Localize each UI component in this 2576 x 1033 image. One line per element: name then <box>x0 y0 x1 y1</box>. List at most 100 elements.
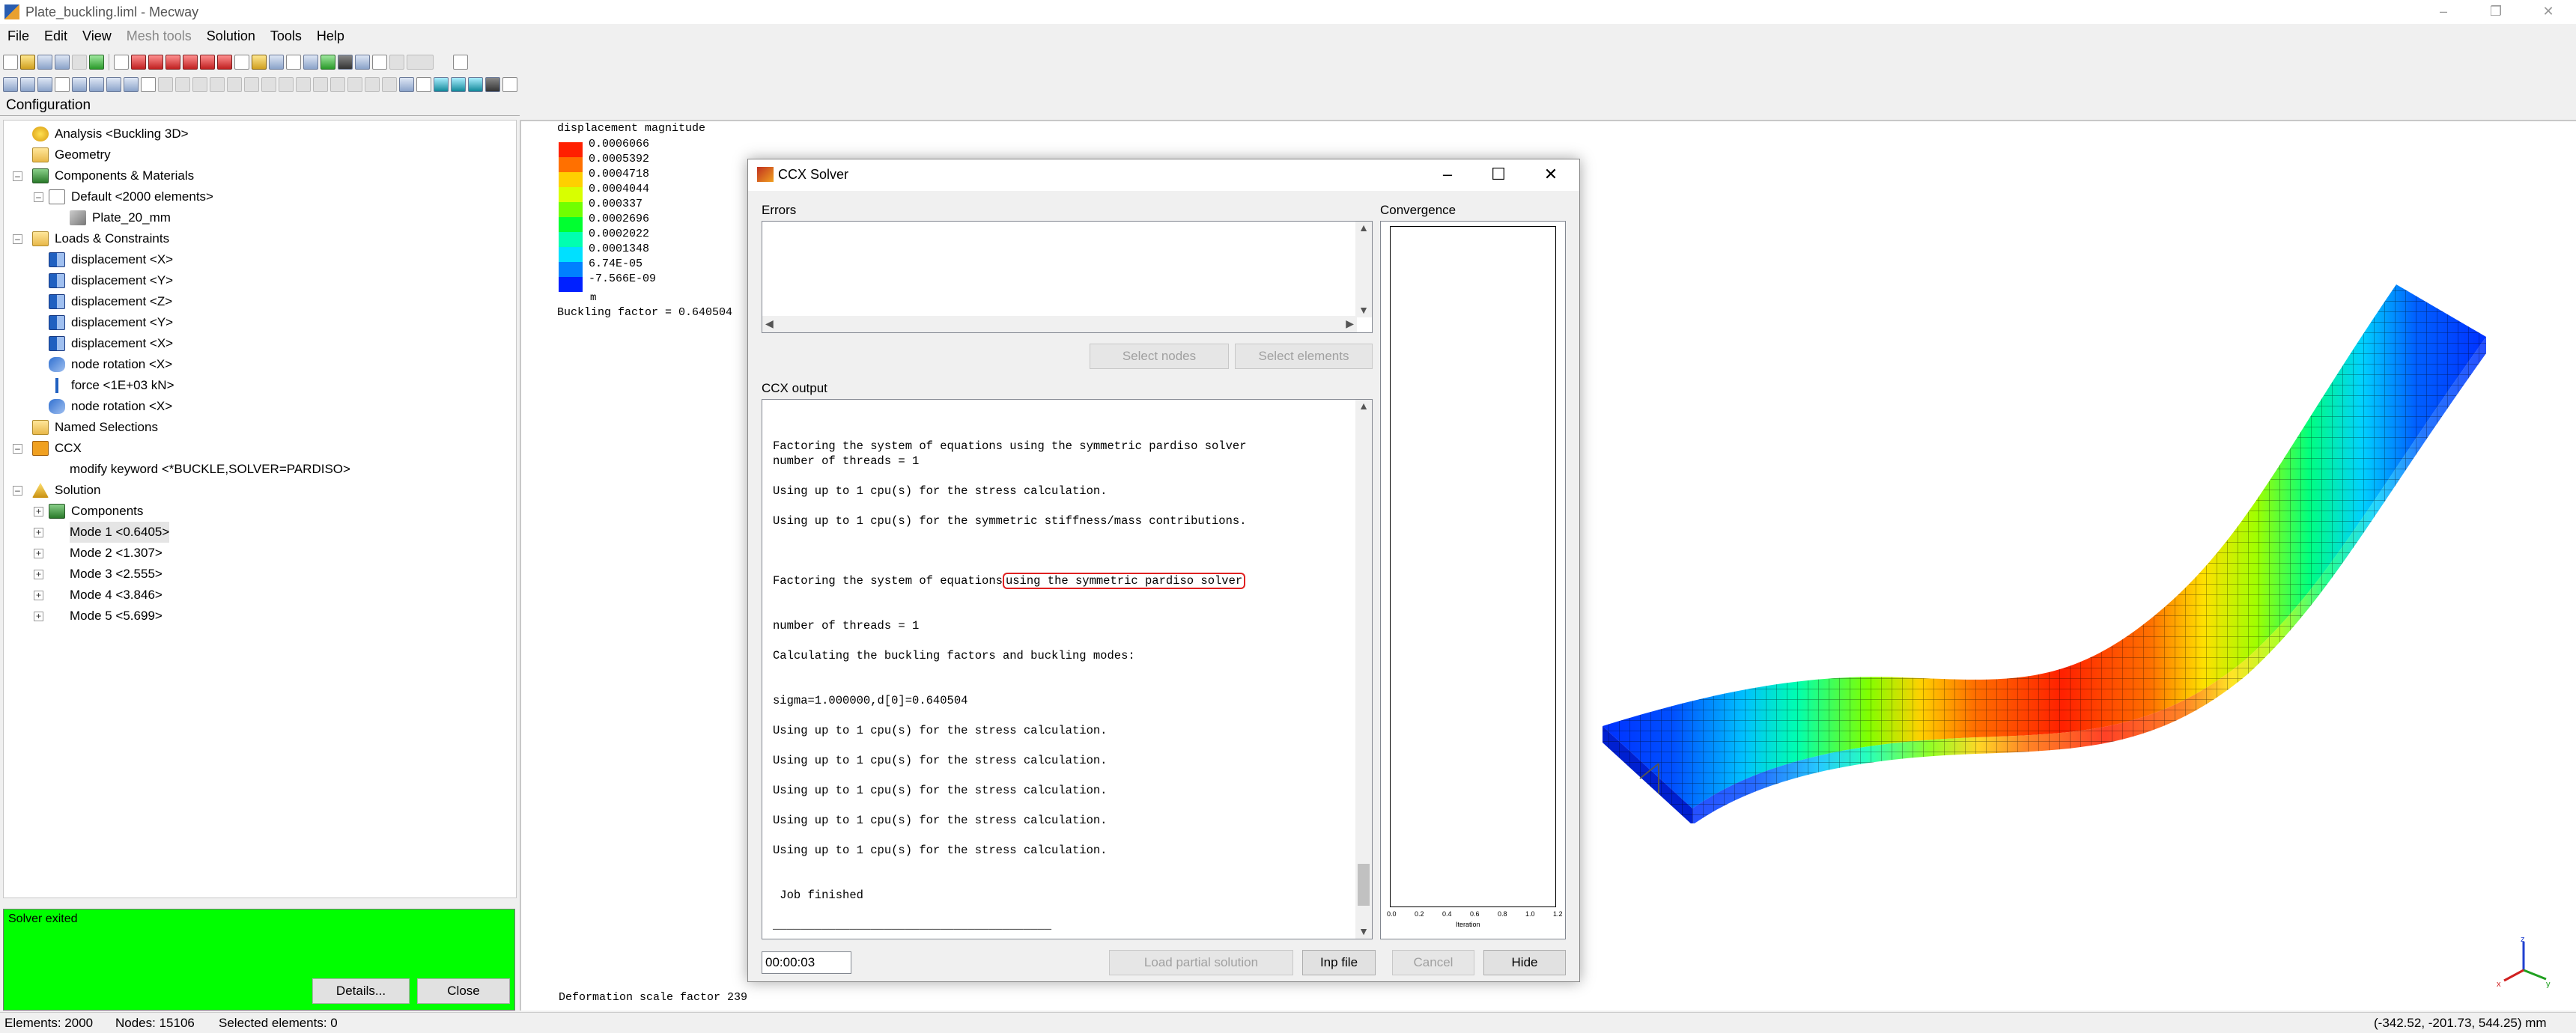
tree-item-named-selections[interactable]: Named Selections <box>32 417 158 438</box>
zoom-fit-icon[interactable] <box>234 55 249 70</box>
new-icon[interactable] <box>3 55 18 70</box>
load-partial-solution-button[interactable]: Load partial solution <box>1109 950 1293 975</box>
errors-vscroll[interactable]: ▲ ▼ <box>1355 222 1372 317</box>
legend-icon[interactable] <box>485 77 500 92</box>
menu-mesh-tools[interactable]: Mesh tools <box>119 25 199 47</box>
maximize-icon[interactable]: ☐ <box>1473 159 1524 191</box>
tree-item-mode-4[interactable]: Mode 4 <3.846> <box>70 585 162 606</box>
redo-icon[interactable] <box>72 55 87 70</box>
animate-icon[interactable] <box>468 77 483 92</box>
tree-item-solution-components[interactable]: Components <box>49 501 143 522</box>
select-elements-button[interactable]: Select elements <box>1235 344 1373 369</box>
tree-item-constraint[interactable]: displacement <Y> <box>49 312 173 333</box>
configuration-tab[interactable]: Configuration <box>6 97 91 114</box>
measure-icon[interactable] <box>382 77 397 92</box>
scroll-thumb[interactable] <box>1358 864 1370 906</box>
scroll-down-icon[interactable]: ▼ <box>1355 304 1372 316</box>
tree-item-constraint[interactable]: displacement <Y> <box>49 270 173 291</box>
output-vscroll[interactable]: ▲ ▼ <box>1355 400 1372 939</box>
inp-file-button[interactable]: Inp file <box>1302 950 1376 975</box>
view-top-icon[interactable] <box>200 55 215 70</box>
close-button[interactable]: Close <box>417 978 510 1004</box>
solve-icon[interactable] <box>89 55 104 70</box>
slider-icon[interactable] <box>407 55 434 70</box>
minimize-icon[interactable]: – <box>2426 0 2461 24</box>
expand-icon[interactable]: + <box>34 591 43 600</box>
collapse-icon[interactable]: – <box>13 486 22 496</box>
open-icon[interactable] <box>20 55 35 70</box>
tree-item-constraint[interactable]: displacement <Z> <box>49 291 172 312</box>
table-icon[interactable] <box>502 77 517 92</box>
wireframe-icon[interactable] <box>338 55 353 70</box>
select-box-icon[interactable] <box>72 77 87 92</box>
tree-item-constraint[interactable]: node rotation <X> <box>49 354 172 375</box>
arrow-left-icon[interactable] <box>389 55 404 70</box>
scroll-up-icon[interactable]: ▲ <box>1355 400 1372 412</box>
tree-item-mode-2[interactable]: Mode 2 <1.307> <box>70 543 162 564</box>
view-bottom-icon[interactable] <box>217 55 232 70</box>
shaded-icon[interactable] <box>321 55 335 70</box>
expand-icon[interactable]: + <box>34 612 43 621</box>
tree-item-mode-3[interactable]: Mode 3 <2.555> <box>70 564 162 585</box>
expand-icon[interactable]: + <box>34 528 43 537</box>
select-surface-icon[interactable] <box>124 77 139 92</box>
scroll-up-icon[interactable]: ▲ <box>1355 222 1372 234</box>
select-faces-icon[interactable] <box>37 77 52 92</box>
model-plate[interactable] <box>1588 269 2509 823</box>
extrude-icon[interactable] <box>279 77 294 92</box>
mirror-icon[interactable] <box>261 77 276 92</box>
copy-icon[interactable] <box>244 77 259 92</box>
tree-item-mode-1[interactable]: Mode 1 <0.6405> <box>70 522 170 543</box>
probe-icon[interactable] <box>399 77 414 92</box>
collapse-icon[interactable]: – <box>13 171 22 181</box>
hide-icon[interactable] <box>192 77 207 92</box>
view-left-icon[interactable] <box>165 55 180 70</box>
errors-hscroll[interactable]: ◀ ▶ <box>762 316 1357 332</box>
tree-item-keyword[interactable]: modify keyword <*BUCKLE,SOLVER=PARDISO> <box>70 459 350 480</box>
select-elements-icon[interactable] <box>55 77 70 92</box>
select-edges-icon[interactable] <box>20 77 35 92</box>
mesh-icon[interactable] <box>355 55 370 70</box>
view-front-icon[interactable] <box>131 55 146 70</box>
menu-edit[interactable]: Edit <box>37 25 75 47</box>
expand-icon[interactable]: + <box>34 549 43 558</box>
cancel-button[interactable]: Cancel <box>1392 950 1474 975</box>
close-icon[interactable]: ✕ <box>2531 0 2566 24</box>
zoom-icon[interactable] <box>252 55 267 70</box>
node-labels-icon[interactable] <box>303 55 318 70</box>
tree-item-constraint[interactable]: displacement <X> <box>49 249 173 270</box>
invert-icon[interactable] <box>158 77 173 92</box>
move-icon[interactable] <box>227 77 242 92</box>
tree-item-plate[interactable]: Plate_20_mm <box>70 207 171 228</box>
merge-icon[interactable] <box>347 77 362 92</box>
expand-icon[interactable]: + <box>34 507 43 516</box>
tree-item-geometry[interactable]: Geometry <box>32 144 111 165</box>
menu-solution[interactable]: Solution <box>199 25 263 47</box>
collapse-icon[interactable]: – <box>13 234 22 244</box>
split-icon[interactable] <box>365 77 380 92</box>
close-icon[interactable]: ✕ <box>1525 159 1576 191</box>
tree-item-components[interactable]: Components & Materials <box>32 165 194 186</box>
ccx-output-box[interactable]: Factoring the system of equations using … <box>762 399 1373 939</box>
menu-tools[interactable]: Tools <box>263 25 309 47</box>
minimize-icon[interactable]: – <box>1422 159 1473 191</box>
tree-item-mode-5[interactable]: Mode 5 <5.699> <box>70 606 162 627</box>
tree-item-solution[interactable]: Solution <box>32 480 100 501</box>
errors-box[interactable]: ▲ ▼ ◀ ▶ <box>762 221 1373 333</box>
collapse-icon[interactable]: – <box>34 192 43 202</box>
scroll-down-icon[interactable]: ▼ <box>1355 925 1372 937</box>
configuration-tree[interactable]: Analysis <Buckling 3D> Geometry – Compon… <box>3 120 517 898</box>
tree-item-analysis[interactable]: Analysis <Buckling 3D> <box>32 124 189 144</box>
expand-icon[interactable]: + <box>34 570 43 579</box>
arrow-right-icon[interactable] <box>453 55 468 70</box>
tree-item-constraint[interactable]: node rotation <X> <box>49 396 172 417</box>
view-back-icon[interactable] <box>148 55 163 70</box>
scroll-right-icon[interactable]: ▶ <box>1346 317 1354 330</box>
delete-icon[interactable] <box>175 77 190 92</box>
refine-icon[interactable] <box>330 77 345 92</box>
hide-button[interactable]: Hide <box>1483 950 1566 975</box>
select-all-icon[interactable] <box>141 77 156 92</box>
save-icon[interactable] <box>37 55 52 70</box>
view-iso-icon[interactable] <box>114 55 129 70</box>
pan-icon[interactable] <box>269 55 284 70</box>
